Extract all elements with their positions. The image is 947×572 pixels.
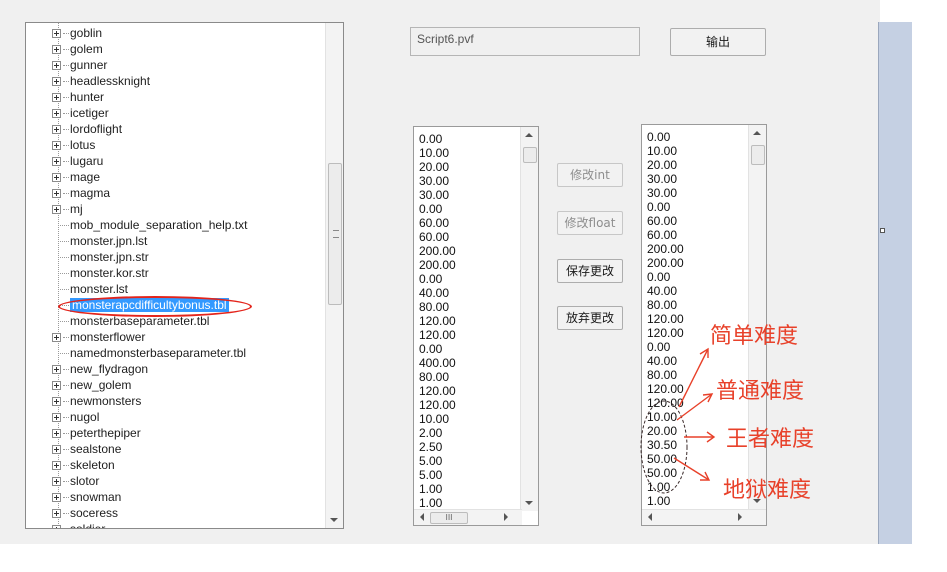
annotation-hell: 地狱难度 <box>723 478 812 503</box>
annotation-king: 王者难度 <box>726 427 815 452</box>
annotation-easy: 简单难度 <box>710 324 799 349</box>
annotation-normal: 普通难度 <box>716 379 805 404</box>
